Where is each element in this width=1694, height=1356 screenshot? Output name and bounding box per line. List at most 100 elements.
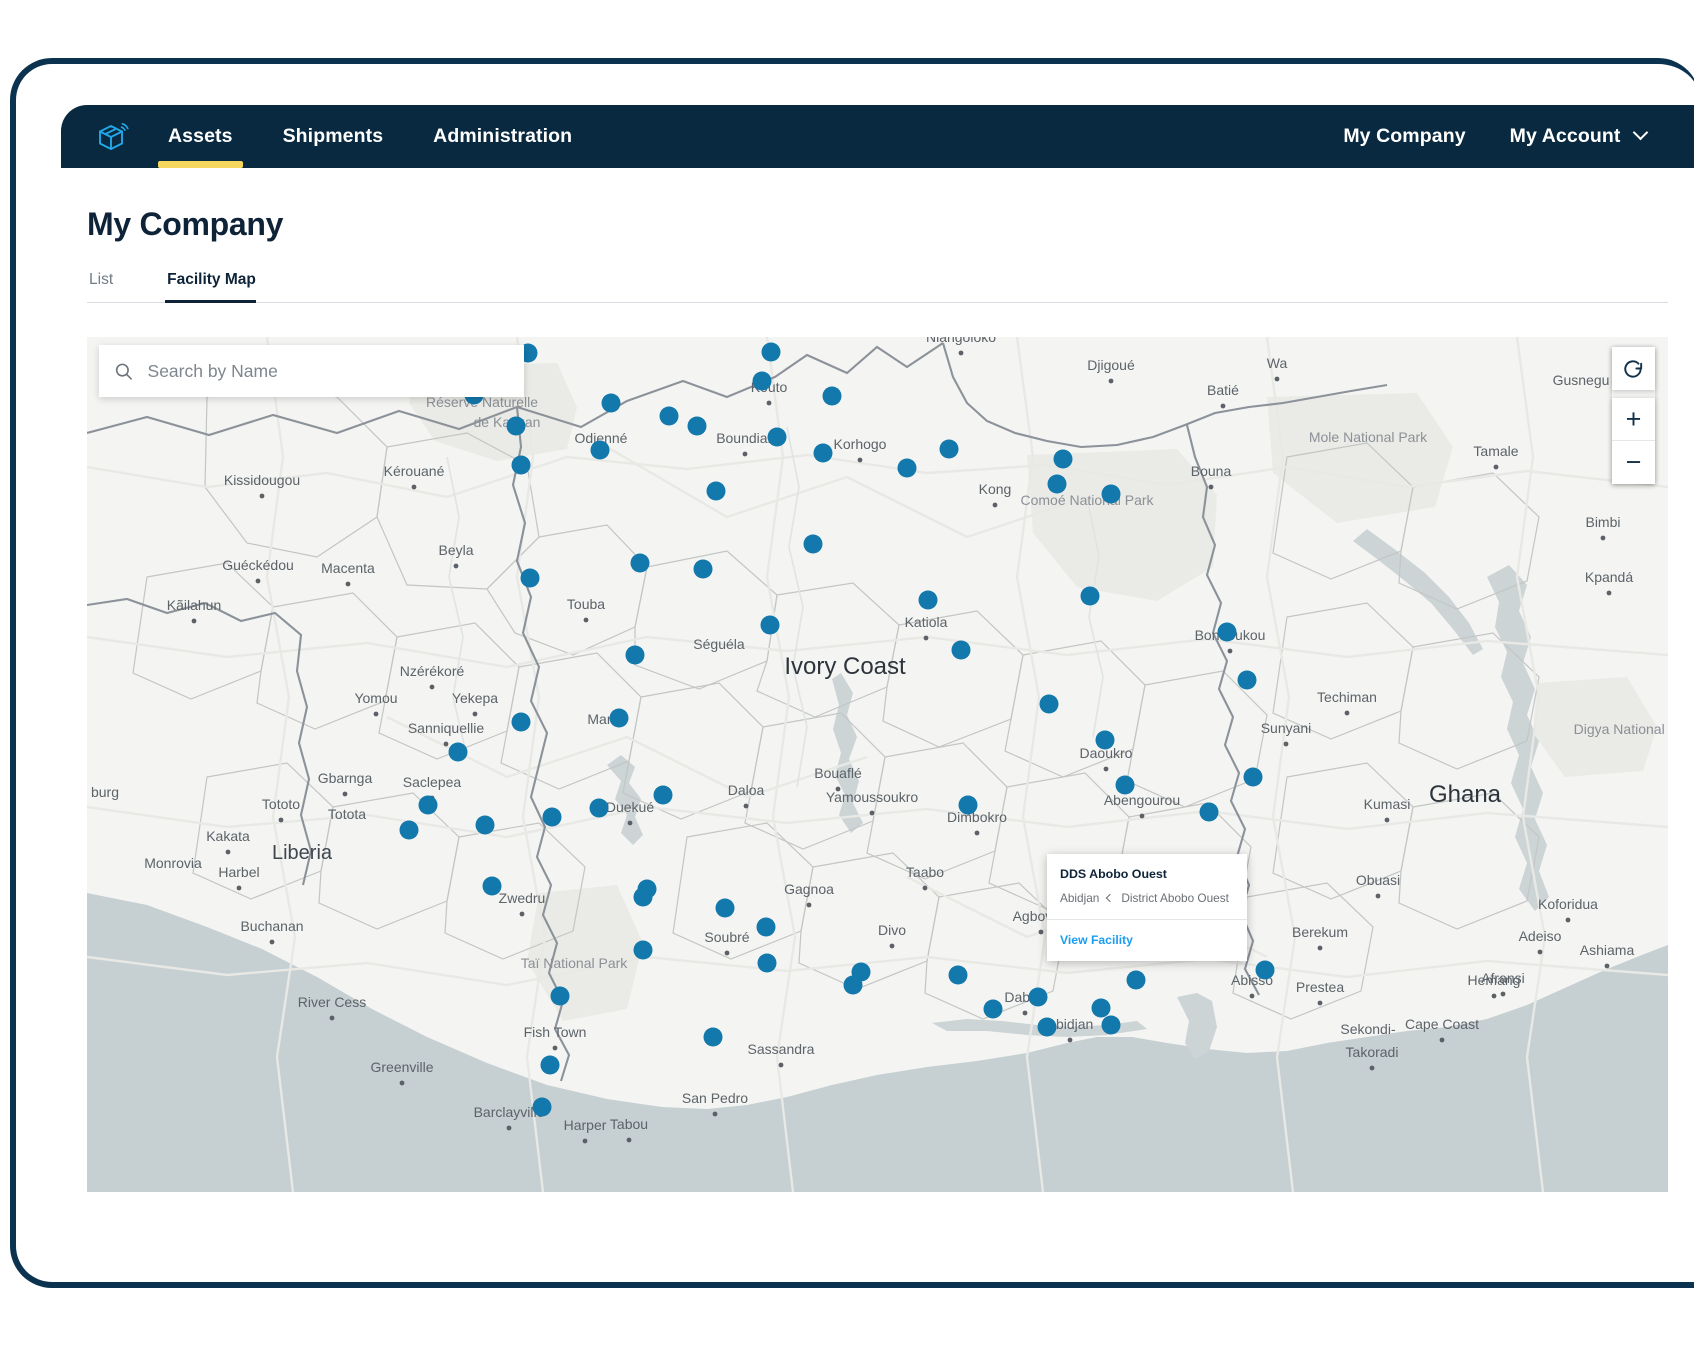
nav-item-assets[interactable]: Assets (143, 106, 258, 168)
facility-marker[interactable] (399, 820, 419, 840)
facility-marker[interactable] (659, 406, 679, 426)
facility-marker[interactable] (897, 458, 917, 478)
city-dot (869, 810, 875, 816)
facility-popup[interactable]: DDS Abobo Ouest Abidjan District Abobo O… (1047, 854, 1247, 961)
facility-marker[interactable] (757, 953, 777, 973)
map-label: Dimbokro (947, 809, 1007, 825)
facility-marker[interactable] (951, 640, 971, 660)
facility-marker[interactable] (418, 795, 438, 815)
facility-marker[interactable] (448, 742, 468, 762)
facility-marker[interactable] (550, 986, 570, 1006)
refresh-button[interactable] (1612, 347, 1655, 390)
facility-marker[interactable] (633, 940, 653, 960)
city-dot (1493, 464, 1499, 470)
city-dot (1565, 917, 1571, 923)
facility-marker[interactable] (1115, 775, 1135, 795)
zoom-in-button[interactable]: + (1612, 398, 1655, 441)
facility-marker[interactable] (1101, 484, 1121, 504)
map-label: Totota (328, 806, 366, 822)
facility-marker[interactable] (511, 455, 531, 475)
facility-marker[interactable] (983, 999, 1003, 1019)
map-label: Divo (878, 922, 906, 938)
search-input[interactable] (145, 359, 508, 383)
facility-marker[interactable] (1217, 622, 1237, 642)
facility-marker[interactable] (1047, 474, 1067, 494)
search-box[interactable] (99, 345, 524, 397)
facility-marker[interactable] (633, 887, 653, 907)
facility-marker[interactable] (703, 1027, 723, 1047)
facility-marker[interactable] (625, 645, 645, 665)
facility-marker[interactable] (1126, 970, 1146, 990)
facility-marker[interactable] (630, 553, 650, 573)
facility-marker[interactable] (687, 416, 707, 436)
package-wireless-icon (99, 122, 129, 150)
facility-marker[interactable] (767, 427, 787, 447)
facility-marker[interactable] (1037, 1017, 1057, 1037)
facility-marker[interactable] (1255, 960, 1275, 980)
nav-item-my-account[interactable]: My Account (1488, 106, 1668, 167)
city-dot (373, 711, 379, 717)
facility-marker[interactable] (761, 342, 781, 362)
city-dot (1208, 484, 1214, 490)
facility-marker[interactable] (822, 386, 842, 406)
facility-marker[interactable] (803, 534, 823, 554)
facility-marker[interactable] (589, 798, 609, 818)
map-label: Gusnegu (1553, 372, 1610, 388)
city-dot (958, 350, 964, 356)
facility-marker[interactable] (958, 795, 978, 815)
app-logo[interactable] (83, 118, 143, 156)
facility-marker[interactable] (542, 807, 562, 827)
facility-marker[interactable] (948, 965, 968, 985)
facility-marker[interactable] (475, 815, 495, 835)
tab-facility-map[interactable]: Facility Map (165, 265, 278, 303)
facility-markers[interactable] (399, 342, 1275, 1117)
facility-marker[interactable] (506, 416, 526, 436)
facility-marker[interactable] (540, 1055, 560, 1075)
facility-marker[interactable] (1053, 449, 1073, 469)
facility-marker[interactable] (939, 439, 959, 459)
facility-marker[interactable] (1199, 802, 1219, 822)
facility-marker[interactable] (1101, 1015, 1121, 1035)
facility-marker[interactable] (1091, 998, 1111, 1018)
map-label: Touba (567, 596, 605, 612)
facility-marker[interactable] (511, 712, 531, 732)
facility-marker[interactable] (706, 481, 726, 501)
facility-marker[interactable] (532, 1097, 552, 1117)
facility-marker[interactable] (482, 876, 502, 896)
facility-marker[interactable] (1095, 730, 1115, 750)
zoom-out-label: − (1625, 447, 1642, 477)
facility-marker[interactable] (1080, 586, 1100, 606)
zoom-out-button[interactable]: − (1612, 441, 1655, 484)
city-dot (1274, 376, 1280, 382)
tab-list[interactable]: List (87, 265, 135, 302)
facility-marker[interactable] (1237, 670, 1257, 690)
facility-marker[interactable] (813, 443, 833, 463)
nav-item-shipments[interactable]: Shipments (258, 106, 409, 167)
facility-marker[interactable] (756, 917, 776, 937)
facility-marker[interactable] (609, 708, 629, 728)
facility-marker[interactable] (1243, 767, 1263, 787)
map-label: Sassandra (748, 1041, 815, 1057)
map-label: Yekepa (452, 690, 498, 706)
facility-marker[interactable] (1028, 987, 1048, 1007)
facility-marker[interactable] (843, 975, 863, 995)
city-dot (519, 911, 525, 917)
facility-marker[interactable] (1039, 694, 1059, 714)
nav-item-administration[interactable]: Administration (408, 106, 597, 167)
facility-marker[interactable] (752, 371, 772, 391)
city-dot (342, 791, 348, 797)
view-facility-link[interactable]: View Facility (1047, 920, 1247, 961)
map-label: Gagnoa (784, 881, 834, 897)
facility-marker[interactable] (590, 440, 610, 460)
facility-marker[interactable] (653, 785, 673, 805)
facility-marker[interactable] (715, 898, 735, 918)
city-dot (1369, 1065, 1375, 1071)
facility-marker[interactable] (918, 590, 938, 610)
facility-map[interactable]: Ivory Coast Ghana Liberia Réserve Naturell… (87, 337, 1668, 1192)
facility-marker[interactable] (601, 393, 621, 413)
facility-marker[interactable] (760, 615, 780, 635)
facility-marker[interactable] (693, 559, 713, 579)
nav-item-my-company[interactable]: My Company (1321, 106, 1487, 167)
map-label: Ashiama (1580, 942, 1635, 958)
facility-marker[interactable] (520, 568, 540, 588)
